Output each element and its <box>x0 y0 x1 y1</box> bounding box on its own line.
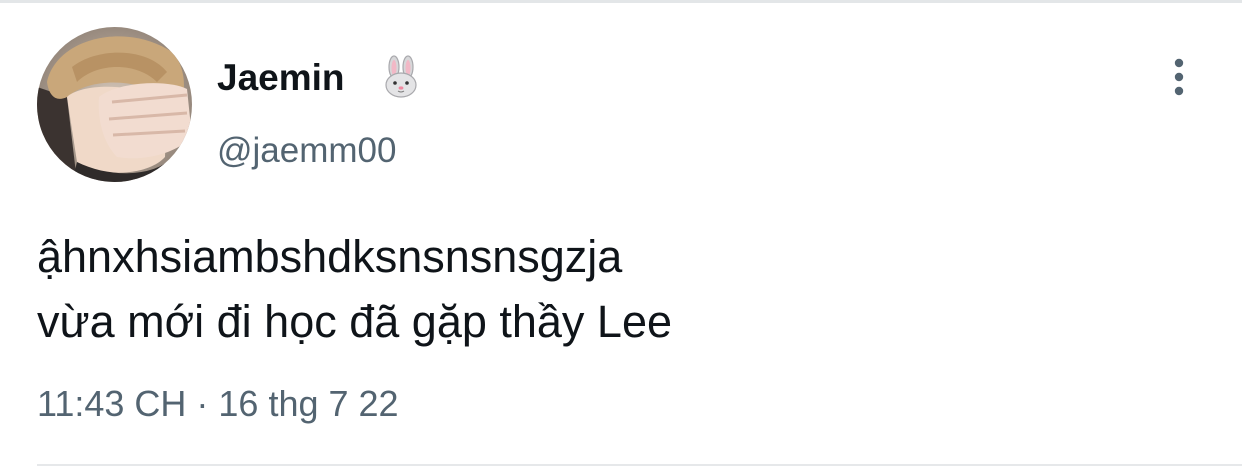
avatar[interactable] <box>37 27 192 182</box>
tweet-text-line: ậhnxhsiambshdksnsnsnsgzja <box>37 231 623 282</box>
more-options-button[interactable] <box>1159 55 1199 99</box>
tweet-text-line: vừa mới đi học đã gặp thầy Lee <box>37 296 673 347</box>
display-name[interactable]: Jaemin <box>217 56 345 100</box>
tweet-timestamp[interactable]: 11:43 CH · 16 thg 7 22 <box>37 382 399 426</box>
bottom-divider <box>37 464 1242 466</box>
top-divider <box>0 0 1242 3</box>
tweet-text: ậhnxhsiambshdksnsnsnsgzja vừa mới đi học… <box>37 224 1217 354</box>
user-handle[interactable]: @jaemm00 <box>217 130 396 172</box>
more-vertical-icon <box>1174 58 1184 96</box>
rabbit-face-icon <box>381 55 421 99</box>
